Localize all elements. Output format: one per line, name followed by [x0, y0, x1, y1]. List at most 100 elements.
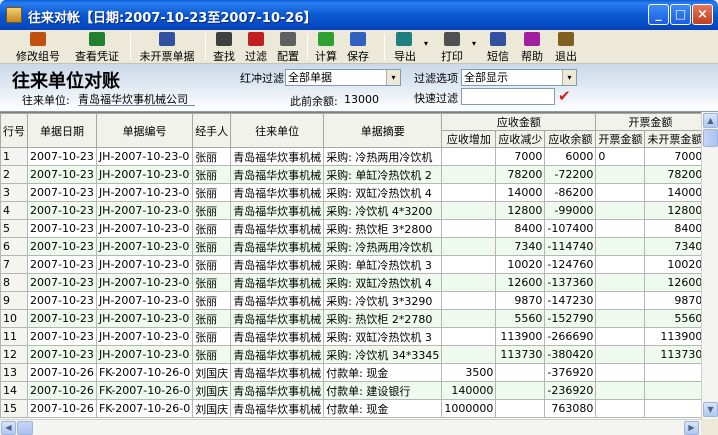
cell-summary[interactable]: 采购: 冷热两用冷饮机 — [323, 237, 443, 256]
cell-recv-balance[interactable]: -137360 — [544, 273, 597, 292]
cell-row-no[interactable]: 15 — [0, 399, 28, 418]
cell-handler[interactable]: 刘国庆 — [192, 381, 232, 400]
cell-row-no[interactable]: 4 — [0, 201, 28, 220]
cell-recv-balance[interactable]: -152790 — [544, 309, 597, 328]
cell-doc-no[interactable]: JH-2007-10-23-0 — [95, 219, 194, 238]
checkmark-icon[interactable]: ✔ — [558, 87, 571, 105]
cell-doc-no[interactable]: FK-2007-10-26-0 — [95, 363, 194, 382]
cell-row-no[interactable]: 5 — [0, 219, 28, 238]
minimize-button[interactable]: _ — [648, 4, 669, 25]
cell-summary[interactable]: 采购: 双缸冷热饮机 3 — [323, 327, 443, 346]
cell-date[interactable]: 2007-10-26 — [27, 363, 97, 382]
cell-recv-decrease[interactable]: 9870 — [495, 291, 546, 310]
cell-summary[interactable]: 采购: 冷饮机 34*3345 — [323, 345, 443, 364]
cell-date[interactable]: 2007-10-23 — [27, 237, 97, 256]
quick-filter-input[interactable] — [461, 88, 555, 105]
save-button[interactable]: 保存 — [344, 31, 372, 63]
header-date[interactable]: 单据日期 — [27, 113, 97, 148]
table-row[interactable]: 5 2007-10-23 JH-2007-10-23-0 张丽 青岛福华炊事机械 采购: … — [0, 219, 718, 238]
cell-unit[interactable]: 青岛福华炊事机械 — [230, 273, 325, 292]
cell-date[interactable]: 2007-10-23 — [27, 273, 97, 292]
header-invoiced[interactable]: 开票金额 — [595, 130, 646, 148]
header-handler[interactable]: 经手人 — [192, 113, 232, 148]
cell-recv-increase[interactable] — [441, 237, 497, 256]
cell-handler[interactable]: 张丽 — [192, 201, 232, 220]
cell-uninvoiced[interactable]: 5560 — [644, 309, 706, 328]
cell-doc-no[interactable]: FK-2007-10-26-0 — [95, 399, 194, 418]
cell-row-no[interactable]: 8 — [0, 273, 28, 292]
header-row-no[interactable]: 行号 — [0, 113, 28, 148]
cell-row-no[interactable]: 6 — [0, 237, 28, 256]
print-dropdown-arrow[interactable]: ▾ — [472, 39, 476, 48]
cell-invoiced[interactable] — [595, 237, 646, 256]
cell-date[interactable]: 2007-10-23 — [27, 165, 97, 184]
cell-recv-increase[interactable] — [441, 165, 497, 184]
cell-recv-balance[interactable]: -72200 — [544, 165, 597, 184]
cell-invoiced[interactable] — [595, 363, 646, 382]
cell-doc-no[interactable]: JH-2007-10-23-0 — [95, 201, 194, 220]
cell-uninvoiced[interactable]: 113900 — [644, 327, 706, 346]
cell-date[interactable]: 2007-10-23 — [27, 327, 97, 346]
cell-unit[interactable]: 青岛福华炊事机械 — [230, 165, 325, 184]
header-summary[interactable]: 单据摘要 — [323, 113, 443, 148]
cell-doc-no[interactable]: JH-2007-10-23-0 — [95, 165, 194, 184]
cell-handler[interactable]: 张丽 — [192, 183, 232, 202]
vertical-scrollbar[interactable]: ▲ ▼ — [701, 112, 718, 419]
cell-date[interactable]: 2007-10-26 — [27, 381, 97, 400]
cell-recv-balance[interactable]: 763080 — [544, 399, 597, 418]
cell-summary[interactable]: 采购: 冷饮机 4*3200 — [323, 201, 443, 220]
sms-button[interactable]: 短信 — [484, 31, 512, 63]
cell-invoiced[interactable] — [595, 183, 646, 202]
cell-uninvoiced[interactable]: 14000 — [644, 183, 706, 202]
table-row[interactable]: 2 2007-10-23 JH-2007-10-23-0 张丽 青岛福华炊事机械 采购: … — [0, 165, 718, 184]
cell-recv-balance[interactable]: -124760 — [544, 255, 597, 274]
cell-doc-no[interactable]: JH-2007-10-23-0 — [95, 345, 194, 364]
cell-doc-no[interactable]: FK-2007-10-26-0 — [95, 381, 194, 400]
cell-handler[interactable]: 刘国庆 — [192, 399, 232, 418]
header-unit[interactable]: 往来单位 — [230, 113, 325, 148]
cell-row-no[interactable]: 3 — [0, 183, 28, 202]
vertical-scroll-thumb[interactable] — [703, 129, 718, 147]
cell-date[interactable]: 2007-10-23 — [27, 345, 97, 364]
cell-row-no[interactable]: 2 — [0, 165, 28, 184]
cell-summary[interactable]: 采购: 热饮柜 2*2780 — [323, 309, 443, 328]
cell-handler[interactable]: 张丽 — [192, 273, 232, 292]
cell-handler[interactable]: 刘国庆 — [192, 363, 232, 382]
cell-date[interactable]: 2007-10-23 — [27, 147, 97, 166]
cell-recv-decrease[interactable]: 78200 — [495, 165, 546, 184]
cell-recv-balance[interactable]: -376920 — [544, 363, 597, 382]
cell-invoiced[interactable] — [595, 381, 646, 400]
cell-recv-increase[interactable] — [441, 255, 497, 274]
cell-recv-decrease[interactable]: 14000 — [495, 183, 546, 202]
header-recv-increase[interactable]: 应收增加 — [441, 130, 497, 148]
table-row[interactable]: 8 2007-10-23 JH-2007-10-23-0 张丽 青岛福华炊事机械 采购: … — [0, 273, 718, 292]
cell-summary[interactable]: 付款单: 建设银行 — [323, 381, 443, 400]
cell-doc-no[interactable]: JH-2007-10-23-0 — [95, 183, 194, 202]
cell-recv-balance[interactable]: -147230 — [544, 291, 597, 310]
cell-doc-no[interactable]: JH-2007-10-23-0 — [95, 309, 194, 328]
cell-unit[interactable]: 青岛福华炊事机械 — [230, 345, 325, 364]
cell-unit[interactable]: 青岛福华炊事机械 — [230, 291, 325, 310]
header-recv-decrease[interactable]: 应收减少 — [495, 130, 546, 148]
cell-invoiced[interactable] — [595, 345, 646, 364]
cell-row-no[interactable]: 14 — [0, 381, 28, 400]
print-button[interactable]: 打印 ▾ — [438, 31, 480, 63]
cell-recv-decrease[interactable]: 12800 — [495, 201, 546, 220]
filter-option-select[interactable]: 全部显示 ▾ — [461, 69, 577, 86]
cell-recv-decrease[interactable]: 113900 — [495, 327, 546, 346]
modify-group-button[interactable]: 修改组号 — [12, 31, 64, 63]
view-voucher-button[interactable]: 查看凭证 — [70, 31, 124, 63]
cell-invoiced[interactable] — [595, 309, 646, 328]
cell-handler[interactable]: 张丽 — [192, 327, 232, 346]
horizontal-scroll-thumb[interactable] — [17, 421, 33, 435]
cell-summary[interactable]: 采购: 双缸冷热饮机 4 — [323, 273, 443, 292]
cell-row-no[interactable]: 1 — [0, 147, 28, 166]
cell-recv-increase[interactable] — [441, 201, 497, 220]
table-row[interactable]: 12 2007-10-23 JH-2007-10-23-0 张丽 青岛福华炊事机械 采购:… — [0, 345, 718, 364]
cell-row-no[interactable]: 9 — [0, 291, 28, 310]
cell-doc-no[interactable]: JH-2007-10-23-0 — [95, 255, 194, 274]
scroll-right-icon[interactable]: ▶ — [684, 421, 699, 435]
find-button[interactable]: 查找 — [210, 31, 238, 63]
cell-recv-decrease[interactable]: 5560 — [495, 309, 546, 328]
cell-recv-increase[interactable] — [441, 327, 497, 346]
